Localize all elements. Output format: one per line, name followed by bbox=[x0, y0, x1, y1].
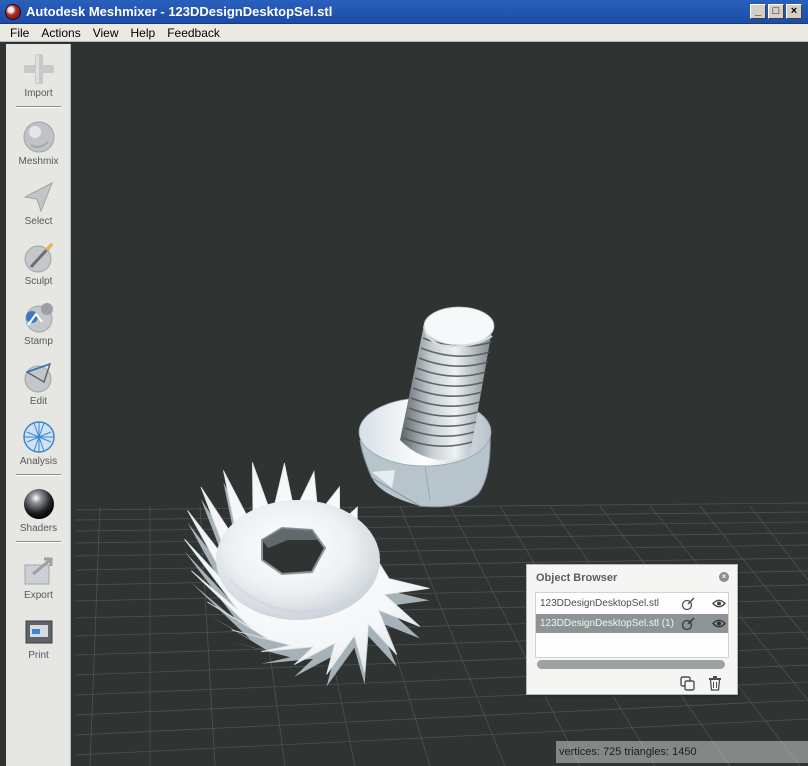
sculpt-label: Sculpt bbox=[24, 276, 53, 287]
menu-bar: File Actions View Help Feedback bbox=[0, 24, 808, 42]
tool-panel: Import Meshmix Select Sculpt Stamp Edit … bbox=[6, 44, 71, 766]
analysis-icon bbox=[22, 421, 55, 453]
menu-view[interactable]: View bbox=[87, 26, 125, 40]
screw-model[interactable] bbox=[358, 306, 495, 508]
object-name: 123DDesignDesktopSel.stl (1) bbox=[540, 618, 674, 629]
select-label: Select bbox=[24, 216, 53, 227]
object-list-scrollbar[interactable] bbox=[537, 660, 725, 669]
select-tool[interactable]: Select bbox=[6, 180, 71, 227]
toolbar-divider bbox=[16, 541, 61, 543]
menu-feedback[interactable]: Feedback bbox=[161, 26, 226, 40]
window-title: Autodesk Meshmixer - 123DDesignDesktopSe… bbox=[26, 4, 333, 19]
object-browser-title: Object Browser bbox=[536, 572, 618, 584]
edit-tool[interactable]: Edit bbox=[6, 360, 71, 407]
close-panel-icon[interactable]: × bbox=[719, 572, 729, 582]
analysis-tool[interactable]: Analysis bbox=[6, 420, 71, 467]
duplicate-icon[interactable] bbox=[679, 675, 695, 691]
sculpt-tool[interactable]: Sculpt bbox=[6, 240, 71, 287]
stamp-label: Stamp bbox=[24, 336, 53, 347]
mesh-stats-status: vertices: 725 triangles: 1450 bbox=[556, 741, 808, 763]
edit-icon bbox=[24, 362, 51, 393]
select-arrow-icon bbox=[22, 181, 53, 213]
export-label: Export bbox=[24, 590, 53, 601]
shaders-tool[interactable]: Shaders bbox=[6, 487, 71, 534]
edit-label: Edit bbox=[29, 396, 48, 407]
import-label: Import bbox=[24, 88, 53, 99]
close-button[interactable]: × bbox=[786, 4, 802, 19]
visibility-eye-icon[interactable] bbox=[712, 597, 726, 610]
import-tool[interactable]: Import bbox=[6, 52, 71, 99]
meshmix-tool[interactable]: Meshmix bbox=[6, 120, 71, 167]
stamp-tool[interactable]: Stamp bbox=[6, 300, 71, 347]
object-list: 123DDesignDesktopSel.stl 123DDesignDeskt… bbox=[535, 592, 729, 658]
print-label: Print bbox=[28, 650, 49, 661]
print-tool[interactable]: Print bbox=[6, 614, 71, 661]
maximize-button[interactable]: □ bbox=[768, 4, 784, 19]
shaders-sphere-icon bbox=[23, 489, 54, 519]
toolbar-divider bbox=[16, 474, 61, 476]
toolbar-divider bbox=[16, 106, 61, 108]
window-title-bar: Autodesk Meshmixer - 123DDesignDesktopSe… bbox=[0, 0, 808, 24]
object-row-selected[interactable]: 123DDesignDesktopSel.stl (1) bbox=[536, 614, 728, 633]
export-icon bbox=[24, 557, 52, 585]
plus-icon bbox=[23, 54, 54, 84]
gear-model[interactable] bbox=[184, 462, 430, 687]
meshmix-label: Meshmix bbox=[18, 156, 59, 167]
shaders-label: Shaders bbox=[19, 523, 58, 534]
object-row[interactable]: 123DDesignDesktopSel.stl bbox=[536, 594, 728, 613]
window-controls: _ □ × bbox=[750, 4, 802, 19]
analysis-label: Analysis bbox=[19, 456, 58, 467]
visibility-eye-icon[interactable] bbox=[712, 617, 726, 630]
print-icon bbox=[25, 620, 52, 644]
stamp-icon bbox=[25, 303, 53, 333]
object-browser-panel: Object Browser × 123DDesignDesktopSel.st… bbox=[526, 564, 738, 695]
menu-actions[interactable]: Actions bbox=[35, 26, 86, 40]
meshmix-icon bbox=[23, 121, 54, 153]
export-tool[interactable]: Export bbox=[6, 554, 71, 601]
object-name: 123DDesignDesktopSel.stl bbox=[540, 598, 659, 609]
edit-object-icon[interactable] bbox=[681, 597, 695, 610]
edit-object-icon[interactable] bbox=[681, 617, 695, 630]
minimize-button[interactable]: _ bbox=[750, 4, 766, 19]
meshmixer-logo-icon bbox=[5, 4, 21, 20]
trash-icon[interactable] bbox=[707, 675, 723, 691]
menu-file[interactable]: File bbox=[4, 26, 35, 40]
sculpt-brush-icon bbox=[24, 242, 53, 273]
menu-help[interactable]: Help bbox=[125, 26, 162, 40]
